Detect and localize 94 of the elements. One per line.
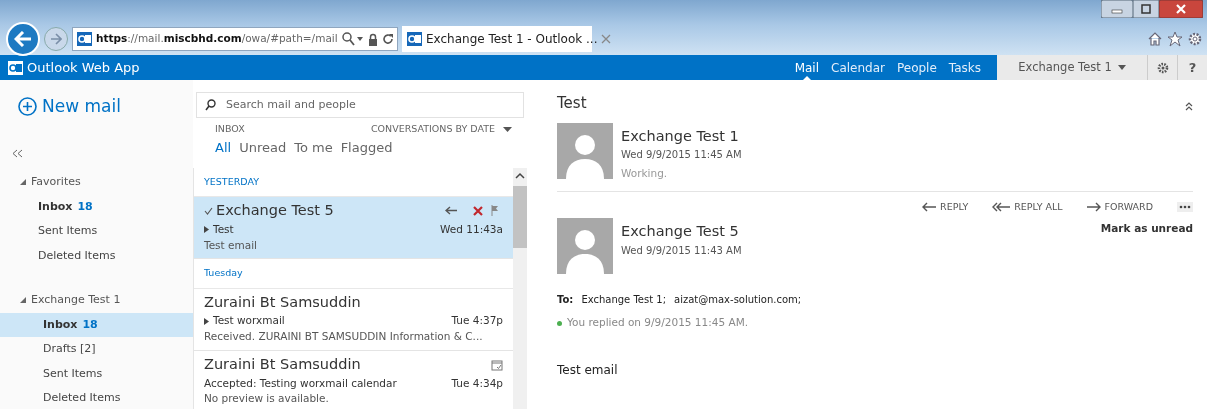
message-time: Tue 4:37p bbox=[451, 313, 503, 329]
message-subject: Test bbox=[557, 93, 587, 114]
recipient-name: Exchange Test 1; bbox=[581, 293, 667, 308]
tab-title: Exchange Test 1 - Outlook ... bbox=[426, 31, 598, 48]
folder-name: INBOX bbox=[215, 122, 245, 136]
to-label: To: bbox=[557, 293, 574, 308]
nav-link[interactable]: Mail bbox=[788, 55, 825, 80]
search-icon bbox=[205, 99, 216, 111]
filter-tab[interactable]: All bbox=[215, 138, 232, 158]
forward-arrow-icon bbox=[50, 33, 62, 45]
reply-icon bbox=[922, 202, 937, 213]
status-dot-icon bbox=[557, 320, 562, 326]
scrollbar[interactable] bbox=[513, 167, 527, 409]
folder-item[interactable]: Inbox 18 bbox=[0, 194, 193, 219]
outlook-icon bbox=[407, 32, 422, 46]
lock-icon bbox=[367, 32, 378, 46]
message-time: Tue 4:34p bbox=[451, 375, 503, 391]
recipient-name: aizat@max-solution.com; bbox=[674, 293, 802, 308]
sender-name: Zuraini Bt Samsuddin bbox=[204, 292, 362, 312]
folder-item[interactable]: Sent Items bbox=[0, 219, 193, 244]
nav-link[interactable]: Calendar bbox=[825, 55, 891, 80]
reply-all-icon bbox=[992, 202, 1011, 213]
nav-link[interactable]: People bbox=[890, 55, 943, 80]
collapse-up-icon[interactable] bbox=[1185, 101, 1193, 111]
user-menu[interactable]: Exchange Test 1 bbox=[997, 55, 1147, 80]
new-mail-button[interactable]: New mail bbox=[0, 80, 193, 120]
collapse-icon[interactable] bbox=[12, 149, 23, 158]
outlook-logo-icon bbox=[8, 60, 23, 75]
sender-name: Exchange Test 1 bbox=[621, 126, 739, 146]
checkmark-icon[interactable] bbox=[204, 206, 213, 215]
forward-icon bbox=[1086, 202, 1101, 213]
message-preview: Working. bbox=[621, 166, 669, 182]
star-icon[interactable] bbox=[1167, 31, 1183, 47]
app-title: Outlook Web App bbox=[27, 58, 140, 77]
subject-text: Test worxmail bbox=[204, 313, 285, 329]
plus-icon bbox=[18, 97, 37, 117]
message-date: Wed 9/9/2015 11:45 AM bbox=[621, 148, 743, 163]
message-item[interactable]: Exchange Test 5 Test Wed 11:43a Test email bbox=[194, 197, 513, 260]
avatar-icon bbox=[557, 122, 613, 179]
folder-group[interactable]: Favorites bbox=[0, 170, 193, 195]
sender-name: Exchange Test 5 bbox=[621, 222, 739, 242]
reply-status: You replied on 9/9/2015 11:45 AM. bbox=[567, 315, 749, 331]
mark-unread-link[interactable]: Mark as unread bbox=[1100, 221, 1193, 243]
date-header: Tuesday bbox=[194, 259, 513, 289]
expand-icon[interactable] bbox=[204, 226, 209, 234]
back-arrow-icon bbox=[14, 31, 32, 47]
address-bar[interactable]: https://mail.miscbhd.com/owa/#path=/mail bbox=[72, 27, 398, 51]
calendar-icon bbox=[491, 358, 503, 371]
caret-icon bbox=[503, 126, 512, 132]
expand-icon[interactable] bbox=[204, 317, 209, 325]
caret-icon bbox=[1117, 65, 1126, 70]
help-button[interactable]: ? bbox=[1177, 55, 1207, 80]
message-body: Test email bbox=[557, 362, 619, 379]
search-icon[interactable] bbox=[341, 32, 364, 46]
subject-text: Test bbox=[204, 221, 234, 238]
sender-name: Zuraini Bt Samsuddin bbox=[204, 354, 362, 374]
message-time: Wed 11:43a bbox=[440, 221, 503, 237]
home-icon[interactable] bbox=[1147, 31, 1163, 47]
back-button[interactable] bbox=[6, 22, 40, 56]
delete-icon[interactable] bbox=[473, 205, 483, 216]
scrollbar-thumb[interactable] bbox=[513, 186, 527, 249]
subject-text: Accepted: Testing worxmail calendar bbox=[204, 375, 397, 391]
filter-tab[interactable]: Unread bbox=[239, 138, 287, 158]
filter-tab[interactable]: Flagged bbox=[340, 138, 393, 158]
folder-group[interactable]: Exchange Test 1 bbox=[0, 288, 193, 313]
folder-item[interactable]: Deleted Items bbox=[0, 386, 193, 409]
folder-item[interactable]: Drafts [2] bbox=[0, 337, 193, 362]
message-date: Wed 9/9/2015 11:43 AM bbox=[621, 244, 743, 258]
settings-button[interactable] bbox=[1147, 55, 1177, 80]
close-button[interactable] bbox=[1159, 0, 1203, 18]
refresh-icon[interactable] bbox=[381, 33, 394, 45]
action-button[interactable]: REPLY bbox=[922, 200, 969, 215]
folder-item[interactable]: Deleted Items bbox=[0, 243, 193, 268]
url-text: https://mail.miscbhd.com/owa/#path=/mail bbox=[96, 31, 338, 47]
nav-link[interactable]: Tasks bbox=[942, 55, 987, 80]
action-button[interactable]: REPLY ALL bbox=[992, 200, 1063, 215]
filter-tab[interactable]: To me bbox=[294, 138, 333, 158]
folder-item[interactable]: Sent Items bbox=[0, 361, 193, 386]
message-preview: Test email bbox=[204, 237, 258, 253]
settings-icon[interactable] bbox=[1187, 31, 1203, 47]
message-preview: No preview is available. bbox=[204, 391, 330, 407]
search-box[interactable]: Search mail and people bbox=[196, 92, 524, 118]
settings-icon bbox=[1156, 61, 1169, 74]
more-button[interactable] bbox=[1177, 202, 1193, 213]
reply-icon[interactable] bbox=[445, 206, 457, 216]
folder-item[interactable]: Inbox 18 bbox=[0, 312, 193, 337]
message-preview: Received. ZURAINI BT SAMSUDDIN Information & C... bbox=[204, 329, 484, 344]
action-button[interactable]: FORWARD bbox=[1086, 200, 1153, 215]
avatar-icon bbox=[557, 218, 613, 275]
site-icon bbox=[77, 32, 92, 46]
sort-menu[interactable]: CONVERSATIONS BY DATE bbox=[370, 122, 512, 137]
flag-icon[interactable] bbox=[491, 205, 499, 217]
maximize-button[interactable] bbox=[1133, 0, 1159, 18]
sender-name: Exchange Test 5 bbox=[216, 201, 335, 220]
